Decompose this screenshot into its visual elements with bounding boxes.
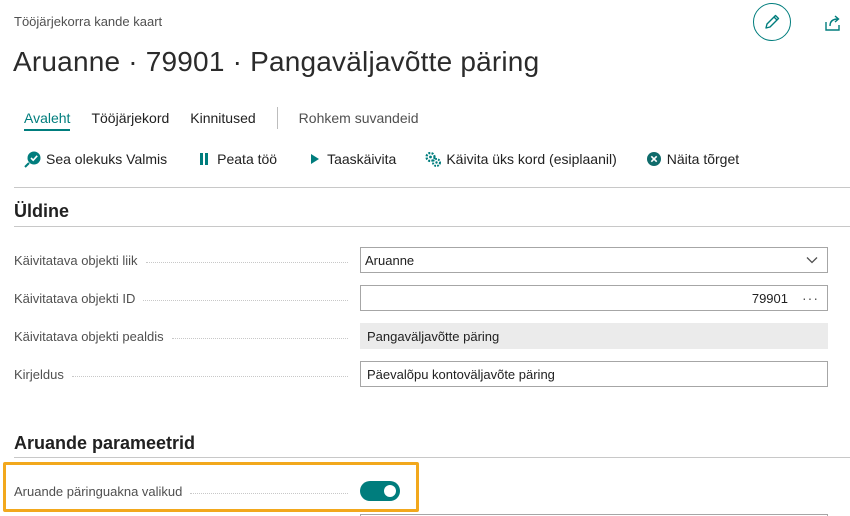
- divider: [14, 226, 850, 227]
- chevron-down-icon: [805, 253, 819, 267]
- set-status-ready-button[interactable]: Sea olekuks Valmis: [24, 150, 167, 168]
- tab-avaleht[interactable]: Avaleht: [24, 110, 71, 131]
- restart-button[interactable]: Taaskäivita: [305, 150, 396, 168]
- leader-dots: [71, 375, 348, 377]
- error-circle-icon: [645, 150, 663, 168]
- tab-kinnitused[interactable]: Kinnitused: [190, 110, 255, 126]
- run-gears-icon: [424, 150, 442, 168]
- leader-dots: [143, 299, 348, 301]
- action-bar: Sea olekuks Valmis Peata töö Taaskäivita: [24, 150, 767, 168]
- tab-bar: Avaleht Tööjärjekord Kinnitused Rohkem s…: [24, 107, 440, 131]
- lookup-ellipsis-button[interactable]: ···: [802, 290, 819, 306]
- field-row-object-id: Käivitatava objekti ID 79901 ···: [14, 285, 828, 311]
- tab-separator: [276, 107, 278, 129]
- field-row-description: Kirjeldus Päevalõpu kontoväljavõte pärin…: [14, 361, 828, 387]
- tab-more-options[interactable]: Rohkem suvandeid: [299, 110, 419, 126]
- share-icon: [825, 15, 840, 31]
- edit-button[interactable]: [753, 3, 791, 41]
- field-label-request-page-options: Aruande päringuakna valikud: [14, 483, 183, 499]
- divider: [14, 187, 850, 188]
- section-title-general: Üldine: [14, 201, 70, 221]
- divider: [14, 457, 850, 458]
- field-label-object-type: Käivitatava objekti liik: [14, 252, 138, 268]
- pencil-icon: [765, 14, 780, 29]
- object-caption-field: Pangaväljavõtte päring: [360, 323, 828, 349]
- pause-job-button[interactable]: Peata töö: [195, 150, 277, 168]
- leader-dots: [145, 261, 348, 263]
- set-status-ready-label: Sea olekuks Valmis: [46, 151, 168, 167]
- toggle-knob: [384, 485, 396, 497]
- show-error-label: Näita tõrget: [666, 151, 740, 167]
- field-label-object-caption: Käivitatava objekti pealdis: [14, 328, 164, 344]
- leader-dots: [190, 492, 348, 494]
- field-label-object-id: Käivitatava objekti ID: [14, 290, 136, 306]
- description-field[interactable]: Päevalõpu kontoväljavõte päring: [360, 361, 828, 387]
- page-caption: Tööjärjekorra kande kaart: [14, 14, 163, 29]
- object-id-value: 79901: [751, 290, 788, 306]
- field-row-object-type: Käivitatava objekti liik Aruanne: [14, 247, 828, 273]
- object-id-field[interactable]: 79901 ···: [360, 285, 828, 311]
- section-title-report-params: Aruande parameetrid: [14, 433, 196, 453]
- request-page-options-toggle[interactable]: [360, 481, 400, 501]
- play-icon: [305, 150, 323, 168]
- pause-icon: [195, 150, 213, 168]
- run-once-label: Käivita üks kord (esiplaanil): [446, 151, 617, 167]
- object-type-value: Aruanne: [365, 252, 415, 268]
- leader-dots: [171, 337, 348, 339]
- tab-toojarjekord[interactable]: Tööjärjekord: [91, 110, 169, 126]
- field-row-object-caption: Käivitatava objekti pealdis Pangaväljavõ…: [14, 323, 828, 349]
- pause-job-label: Peata töö: [217, 151, 278, 167]
- run-once-button[interactable]: Käivita üks kord (esiplaanil): [424, 150, 617, 168]
- status-ready-icon: [24, 150, 42, 168]
- field-row-request-page-options: Aruande päringuakna valikud: [14, 478, 828, 504]
- page-title: Aruanne · 79901 · Pangaväljavõtte päring: [13, 46, 540, 77]
- show-error-button[interactable]: Näita tõrget: [645, 150, 739, 168]
- field-label-description: Kirjeldus: [14, 366, 64, 382]
- object-caption-value: Pangaväljavõtte päring: [367, 328, 500, 344]
- object-type-select[interactable]: Aruanne: [360, 247, 828, 273]
- restart-label: Taaskäivita: [327, 151, 397, 167]
- description-value: Päevalõpu kontoväljavõte päring: [367, 366, 555, 382]
- share-button[interactable]: [822, 12, 844, 34]
